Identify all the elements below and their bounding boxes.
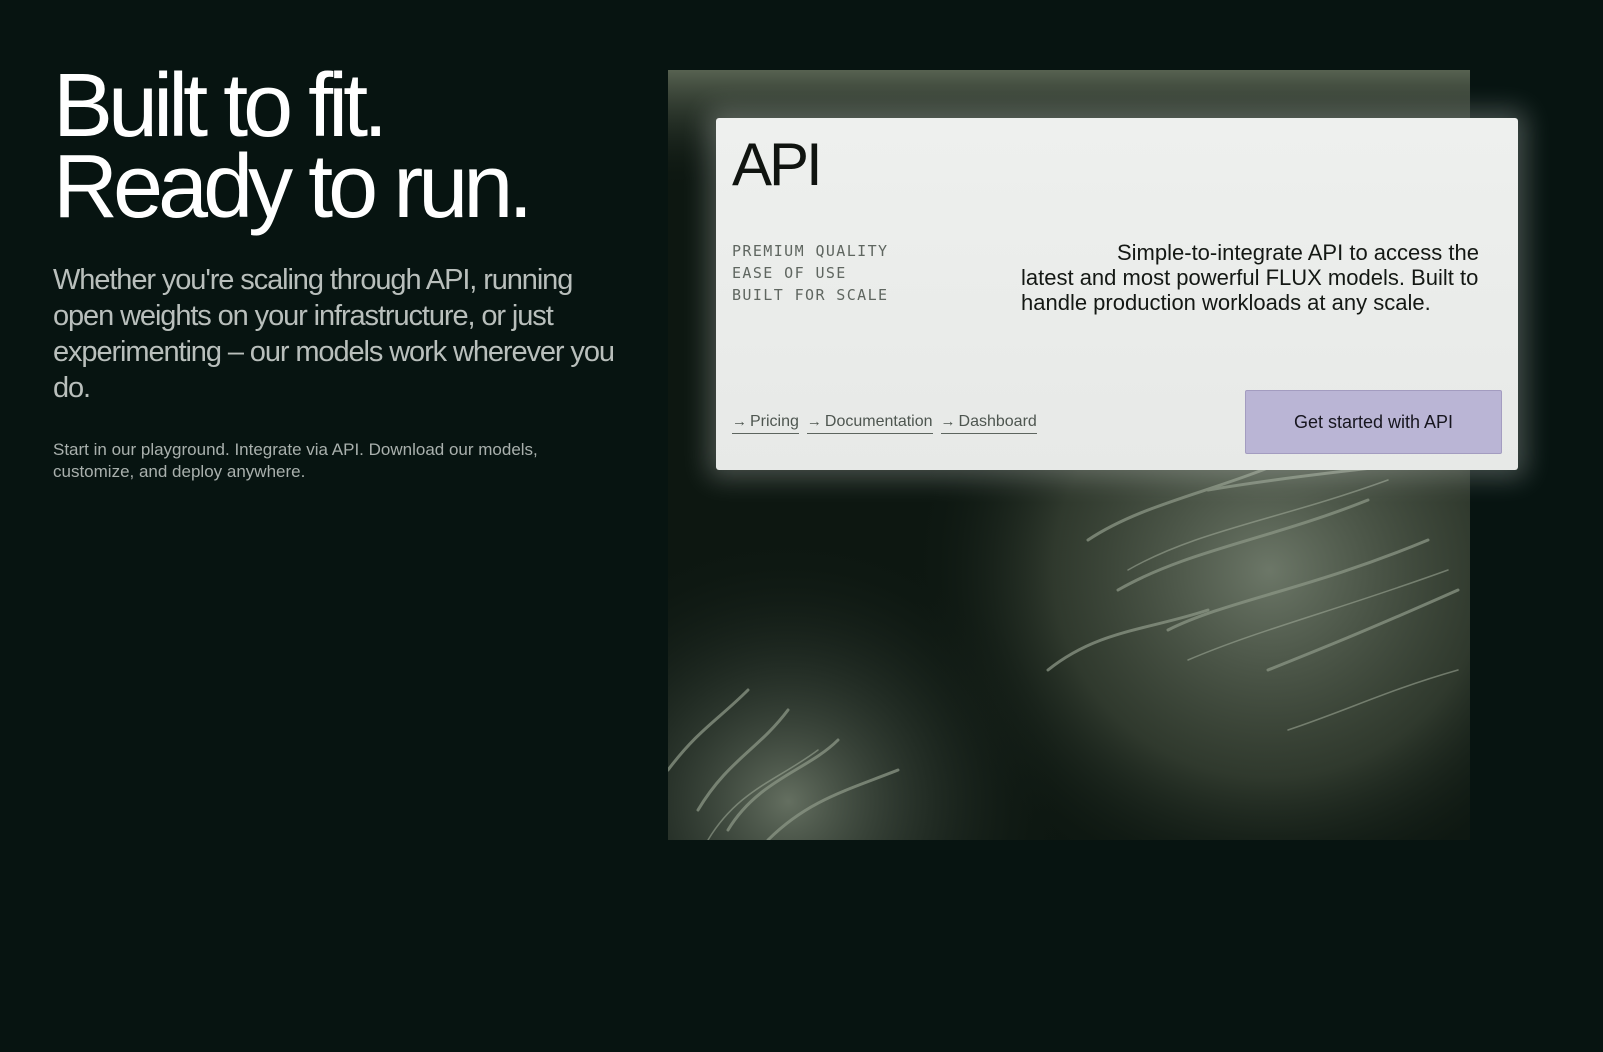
pricing-link[interactable]: → Pricing	[732, 412, 799, 434]
arrow-right-icon: →	[732, 413, 747, 430]
headline-line-1: Built to fit.	[53, 56, 388, 156]
hero-lede: Whether you're scaling through API, runn…	[53, 264, 615, 404]
api-card-title: API	[732, 131, 823, 198]
api-description: Simple-to-integrate API to access the la…	[1021, 240, 1479, 315]
api-links: → Pricing → Documentation → Dashboard	[732, 412, 1037, 434]
get-started-api-button[interactable]: Get started with API	[1245, 390, 1502, 454]
hero-headline: Built to fit. Ready to run.	[53, 56, 633, 237]
feature-item: BUILT FOR SCALE	[732, 286, 889, 304]
link-label: Pricing	[750, 413, 799, 430]
api-card: API PREMIUM QUALITY EASE OF USE BUILT FO…	[716, 118, 1518, 470]
link-label: Documentation	[824, 413, 933, 430]
documentation-link[interactable]: → Documentation	[806, 412, 933, 434]
feature-item: EASE OF USE	[732, 264, 847, 282]
page: Built to fit. Ready to run. Whether you'…	[0, 0, 1603, 1052]
hero-section: Built to fit. Ready to run. Whether you'…	[53, 56, 633, 483]
link-label: Dashboard	[958, 413, 1037, 430]
arrow-right-icon: →	[940, 413, 956, 430]
arrow-right-icon: →	[806, 413, 822, 430]
headline-line-2: Ready to run.	[53, 137, 533, 237]
dashboard-link[interactable]: → Dashboard	[940, 412, 1037, 434]
feature-item: PREMIUM QUALITY	[732, 242, 889, 260]
feature-list: PREMIUM QUALITY EASE OF USE BUILT FOR SC…	[732, 240, 888, 306]
hero-subtext: Start in our playground. Integrate via A…	[53, 440, 538, 481]
